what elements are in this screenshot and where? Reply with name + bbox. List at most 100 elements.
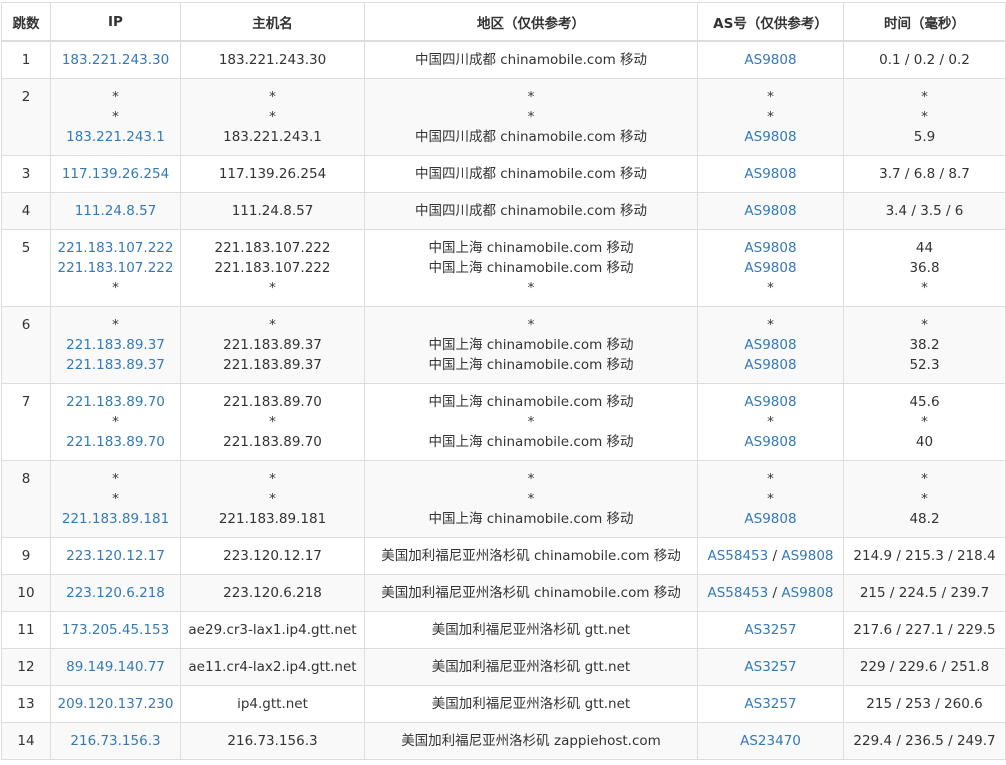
ip-link[interactable]: 223.120.6.218 (66, 585, 165, 601)
hostname-text: 223.120.6.218 (223, 584, 322, 601)
region-cell: 美国加利福尼亚州洛杉矶 chinamobile.com 移动 (364, 573, 698, 612)
region-cell: 中国上海 chinamobile.com 移动 中国上海 chinamobile.… (364, 228, 698, 307)
as-separator: / (768, 547, 782, 564)
region-cell: 中国四川成都 chinamobile.com 移动 (364, 40, 698, 79)
ip-link[interactable]: 221.183.89.37 (66, 337, 165, 353)
region-text: 美国加利福尼亚州洛杉矶 gtt.net (431, 658, 631, 675)
as-line: AS9808 (698, 509, 843, 529)
hostname-text: 183.221.243.30 (218, 51, 327, 68)
ip-link[interactable]: 223.120.12.17 (66, 548, 165, 564)
ip-link[interactable]: 183.221.243.1 (66, 129, 165, 145)
region-cell: * * 中国四川成都 chinamobile.com 移动 (364, 77, 698, 156)
ip-cell: 221.183.89.70 * 221.183.89.70 (50, 382, 181, 461)
time-text: 229.4 / 236.5 / 249.7 (853, 732, 996, 749)
table-row: 8 * * 221.183.89.181 * * 221.183.89.181 * * 中国上海 … (1, 459, 1006, 538)
as-line: AS9808 (698, 258, 843, 278)
as-link[interactable]: AS23470 (740, 733, 801, 749)
ip-link[interactable]: 89.149.140.77 (66, 659, 165, 675)
hop-number: 12 (1, 647, 51, 686)
region-text: 中国上海 chinamobile.com 移动 (428, 510, 634, 527)
as-link[interactable]: AS9808 (744, 357, 796, 373)
as-cell: * * AS9808 (697, 77, 844, 156)
as-link[interactable]: AS9808 (744, 166, 796, 182)
as-line: AS3257 (698, 657, 843, 677)
ip-link[interactable]: 221.183.89.181 (62, 511, 169, 527)
as-link[interactable]: AS3257 (744, 659, 796, 675)
as-link[interactable]: AS58453 (707, 585, 768, 601)
time-cell: 44 36.8 * (843, 228, 1006, 307)
hop-number: 2 (1, 77, 51, 156)
hop-number: 14 (1, 721, 51, 760)
ip-link[interactable]: 117.139.26.254 (62, 166, 169, 182)
header-ip: IP (50, 2, 181, 42)
as-line: AS9808 (698, 127, 843, 147)
ip-timeout: * (112, 470, 119, 487)
as-link[interactable]: AS9808 (744, 260, 796, 276)
ip-link[interactable]: 221.183.89.70 (66, 394, 165, 410)
as-line: * (698, 489, 843, 509)
as-link[interactable]: AS9808 (781, 585, 833, 601)
hop-number: 13 (1, 684, 51, 723)
ip-link[interactable]: 221.183.89.70 (66, 434, 165, 450)
ip-link[interactable]: 221.183.107.222 (58, 260, 174, 276)
as-link[interactable]: AS9808 (744, 240, 796, 256)
time-cell: 217.6 / 227.1 / 229.5 (843, 610, 1006, 649)
as-separator: / (768, 584, 782, 601)
ip-cell: 221.183.107.222 221.183.107.222 * (50, 228, 181, 307)
ip-link[interactable]: 173.205.45.153 (62, 622, 169, 638)
header-time: 时间（毫秒） (843, 2, 1006, 42)
time-cell: 3.4 / 3.5 / 6 (843, 191, 1006, 230)
ip-cell: 173.205.45.153 (50, 610, 181, 649)
as-line: AS9808 (698, 355, 843, 375)
region-cell: 美国加利福尼亚州洛杉矶 gtt.net (364, 684, 698, 723)
region-text: 中国上海 chinamobile.com 移动 (428, 336, 634, 353)
as-cell: AS58453 / AS9808 (697, 536, 844, 575)
ip-cell: * 221.183.89.37 221.183.89.37 (50, 305, 181, 384)
hostname-text: 221.183.89.70 (223, 393, 322, 410)
time-cell: 229.4 / 236.5 / 249.7 (843, 721, 1006, 760)
as-line: AS9808 (698, 432, 843, 452)
ip-link[interactable]: 221.183.107.222 (58, 240, 174, 256)
hop-number: 8 (1, 459, 51, 538)
ip-link[interactable]: 183.221.243.30 (62, 52, 169, 68)
header-hostname: 主机名 (180, 2, 365, 42)
as-link[interactable]: AS9808 (744, 434, 796, 450)
as-link[interactable]: AS3257 (744, 622, 796, 638)
hostname-text: 223.120.12.17 (223, 547, 322, 564)
ip-link[interactable]: 209.120.137.230 (58, 696, 174, 712)
as-link[interactable]: AS9808 (744, 394, 796, 410)
as-link[interactable]: AS3257 (744, 696, 796, 712)
table-row: 9 223.120.12.17 223.120.12.17 美国加利福尼亚州洛杉矶 c… (1, 536, 1006, 575)
hostname-cell: * 221.183.89.37 221.183.89.37 (180, 305, 365, 384)
as-link[interactable]: AS9808 (744, 203, 796, 219)
ip-link[interactable]: 111.24.8.57 (75, 203, 157, 219)
table-row: 7 221.183.89.70 * 221.183.89.70 221.183.89.7… (1, 382, 1006, 461)
region-text: 中国四川成都 chinamobile.com 移动 (414, 51, 648, 68)
ip-link[interactable]: 221.183.89.37 (66, 357, 165, 373)
ip-timeout: * (112, 88, 119, 105)
region-text: 美国加利福尼亚州洛杉矶 chinamobile.com 移动 (381, 584, 681, 601)
as-link[interactable]: AS58453 (707, 548, 768, 564)
as-link[interactable]: AS9808 (744, 511, 796, 527)
ip-line: 89.149.140.77 (51, 657, 180, 677)
as-link[interactable]: AS9808 (744, 52, 796, 68)
region-text: 中国上海 chinamobile.com 移动 (428, 356, 634, 373)
as-link[interactable]: AS9808 (781, 548, 833, 564)
ip-cell: 209.120.137.230 (50, 684, 181, 723)
as-link[interactable]: AS9808 (744, 129, 796, 145)
hostname-text: ae29.cr3-lax1.ip4.gtt.net (188, 621, 357, 638)
hop-number: 4 (1, 191, 51, 230)
region-text: 中国上海 chinamobile.com 移动 (428, 239, 634, 256)
hostname-cell: 183.221.243.30 (180, 40, 365, 79)
region-cell: 中国四川成都 chinamobile.com 移动 (364, 191, 698, 230)
as-line: AS9808 (698, 201, 843, 221)
as-line: AS3257 (698, 620, 843, 640)
hop-number: 3 (1, 154, 51, 193)
as-link[interactable]: AS9808 (744, 337, 796, 353)
ip-cell: 223.120.12.17 (50, 536, 181, 575)
hostname-cell: 216.73.156.3 (180, 721, 365, 760)
ip-timeout: * (112, 413, 119, 430)
ip-line: 221.183.89.70 (51, 432, 180, 452)
ip-link[interactable]: 216.73.156.3 (70, 733, 160, 749)
table-row: 1 183.221.243.30 183.221.243.30 中国四川成都 chin… (1, 40, 1006, 79)
